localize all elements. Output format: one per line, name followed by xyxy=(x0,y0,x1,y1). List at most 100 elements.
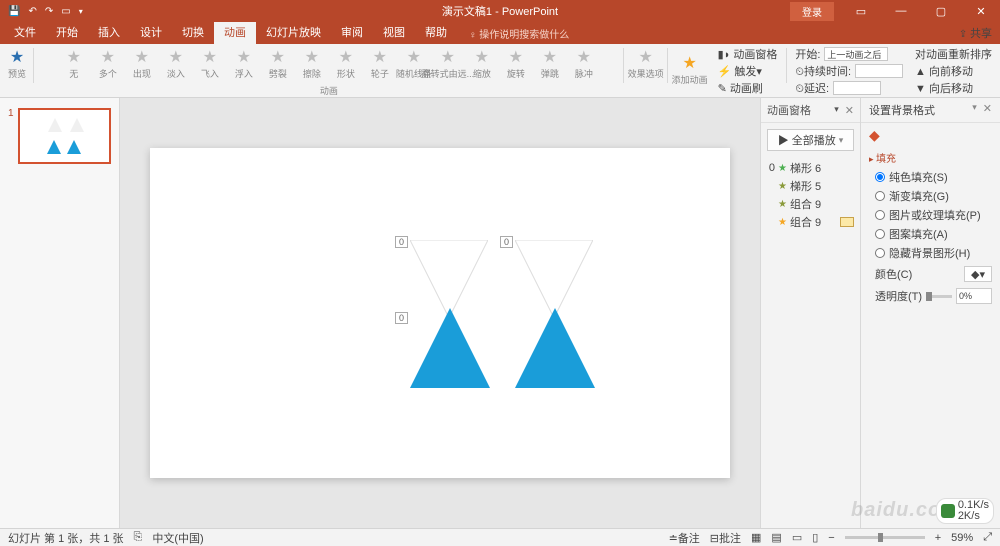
tab-insert[interactable]: 插入 xyxy=(88,22,130,44)
fill-option[interactable]: 图案填充(A) xyxy=(875,226,992,242)
preview-button[interactable]: ★ 预览 xyxy=(4,46,30,84)
zoom-in-button[interactable]: + xyxy=(935,532,941,544)
play-all-button[interactable]: ▶ 全部播放▾ xyxy=(767,129,854,151)
close-pane-button[interactable]: ✕ xyxy=(983,102,992,118)
radio-input[interactable] xyxy=(875,229,885,239)
slide-canvas[interactable]: 0 0 0 xyxy=(150,148,730,478)
zoom-out-button[interactable]: − xyxy=(828,532,834,544)
close-button[interactable]: ✕ xyxy=(962,0,1000,22)
triangle-shape-left[interactable] xyxy=(410,308,490,388)
slide-count[interactable]: 幻灯片 第 1 张，共 1 张 xyxy=(8,530,124,546)
animation-effect-item[interactable]: ★飞入 xyxy=(195,46,225,84)
fill-section-header[interactable]: 填充 xyxy=(861,148,1000,167)
anim-tag[interactable]: 0 xyxy=(395,236,408,248)
tab-help[interactable]: 帮助 xyxy=(415,22,457,44)
animation-list-item[interactable]: ★梯形 5 xyxy=(765,177,856,195)
animation-effect-item[interactable]: ★形状 xyxy=(331,46,361,84)
tab-file[interactable]: 文件 xyxy=(4,22,46,44)
delay-input[interactable] xyxy=(833,81,881,95)
radio-input[interactable] xyxy=(875,172,885,182)
animation-gallery[interactable]: ★无★多个★出现★淡入★飞入★浮入★劈裂★擦除★形状★轮子★随机线条★翻转式由远… xyxy=(59,46,599,84)
notes-button[interactable]: ≐备注 xyxy=(669,530,700,546)
start-select[interactable]: 上一动画之后 xyxy=(824,47,888,61)
tab-design[interactable]: 设计 xyxy=(130,22,172,44)
tab-animations[interactable]: 动画 xyxy=(214,22,256,44)
trigger-button[interactable]: ⚡触发▾ xyxy=(718,63,778,79)
zoom-slider[interactable] xyxy=(845,536,925,539)
start-icon[interactable]: ▭ xyxy=(61,6,70,17)
tell-me-search[interactable]: ♀ 操作说明搜索做什么 xyxy=(469,26,569,41)
tab-transitions[interactable]: 切换 xyxy=(172,22,214,44)
star-icon: ★ xyxy=(778,163,787,174)
animation-effect-item[interactable]: ★无 xyxy=(59,46,89,84)
animation-list-item[interactable]: ★组合 9 xyxy=(765,195,856,213)
animation-effect-item[interactable]: ★翻转式由远... xyxy=(433,46,463,84)
color-picker-button[interactable]: ◆▾ xyxy=(964,266,992,282)
fill-option[interactable]: 图片或纹理填充(P) xyxy=(875,207,992,223)
spell-check-icon[interactable]: ⎘ xyxy=(134,531,143,544)
animation-effect-item[interactable]: ★擦除 xyxy=(297,46,327,84)
fill-option[interactable]: 纯色填充(S) xyxy=(875,169,992,185)
ribbon-options-icon[interactable]: ▭ xyxy=(842,0,880,22)
animation-list-item[interactable]: 0★梯形 6 xyxy=(765,159,856,177)
triangle-shape-right[interactable] xyxy=(515,308,595,388)
tab-review[interactable]: 审阅 xyxy=(331,22,373,44)
radio-input[interactable] xyxy=(875,248,885,258)
animation-effect-item[interactable]: ★出现 xyxy=(127,46,157,84)
fill-tab-icon[interactable]: ◆ xyxy=(861,123,1000,148)
tab-slideshow[interactable]: 幻灯片放映 xyxy=(256,22,331,44)
move-later-button[interactable]: ▼ 向后移动 xyxy=(915,80,992,96)
transparency-input[interactable] xyxy=(956,288,992,304)
tab-home[interactable]: 开始 xyxy=(46,22,88,44)
anim-tag[interactable]: 0 xyxy=(500,236,513,248)
group-label-animation: 动画 xyxy=(320,84,338,96)
redo-icon[interactable]: ↷ xyxy=(45,6,53,17)
animation-effect-item[interactable]: ★旋转 xyxy=(501,46,531,84)
transparency-slider[interactable] xyxy=(926,295,952,298)
slide-editor[interactable]: 0 0 0 xyxy=(120,98,760,528)
login-button[interactable]: 登录 xyxy=(790,2,834,21)
animation-effect-item[interactable]: ★浮入 xyxy=(229,46,259,84)
fit-to-window-button[interactable]: ⤢ xyxy=(983,531,992,544)
fill-option[interactable]: 渐变填充(G) xyxy=(875,188,992,204)
radio-input[interactable] xyxy=(875,210,885,220)
animation-effect-item[interactable]: ★脉冲 xyxy=(569,46,599,84)
normal-view-icon[interactable]: ▦ xyxy=(751,531,761,544)
slideshow-view-icon[interactable]: ▯ xyxy=(812,531,818,544)
window-title: 演示文稿1 - PowerPoint xyxy=(442,3,558,19)
save-icon[interactable]: 💾 xyxy=(8,6,20,17)
slide-thumbnail-1[interactable] xyxy=(18,108,111,164)
close-pane-button[interactable]: ✕ xyxy=(845,104,854,117)
minimize-button[interactable]: — xyxy=(882,0,920,22)
qat-dropdown-icon[interactable]: ▾ xyxy=(79,7,83,16)
fill-option[interactable]: 隐藏背景图形(H) xyxy=(875,245,992,261)
animation-effect-item[interactable]: ★多个 xyxy=(93,46,123,84)
comments-button[interactable]: ⊟批注 xyxy=(710,530,741,546)
animation-effect-item[interactable]: ★轮子 xyxy=(365,46,395,84)
pane-dropdown-icon[interactable]: ▾ xyxy=(972,102,977,118)
radio-input[interactable] xyxy=(875,191,885,201)
animation-painter-button[interactable]: ✎动画刷 xyxy=(718,80,778,96)
tab-view[interactable]: 视图 xyxy=(373,22,415,44)
animation-effect-item[interactable]: ★淡入 xyxy=(161,46,191,84)
pane-dropdown-icon[interactable]: ▾ xyxy=(834,104,839,117)
undo-icon[interactable]: ↶ xyxy=(28,6,36,17)
language-indicator[interactable]: 中文(中国) xyxy=(152,530,203,546)
animation-list-item[interactable]: ★组合 9 xyxy=(765,213,856,231)
sorter-view-icon[interactable]: ▤ xyxy=(771,531,781,544)
slide-thumbnails-panel[interactable]: 1 xyxy=(0,98,120,528)
star-icon: ★ xyxy=(543,50,557,66)
anim-tag[interactable]: 0 xyxy=(395,312,408,324)
duration-input[interactable] xyxy=(855,64,903,78)
maximize-button[interactable]: ▢ xyxy=(922,0,960,22)
add-animation-button[interactable]: ★ 添加动画 xyxy=(672,52,708,90)
share-button[interactable]: ⇪ 共享 xyxy=(959,25,992,41)
animation-effect-item[interactable]: ★劈裂 xyxy=(263,46,293,84)
effect-options-button[interactable]: ★ 效果选项 xyxy=(628,46,664,84)
move-earlier-button[interactable]: ▲ 向前移动 xyxy=(915,63,992,79)
animation-effect-item[interactable]: ★缩放 xyxy=(467,46,497,84)
animation-pane-button[interactable]: ▮◗动画窗格 xyxy=(718,46,778,62)
reading-view-icon[interactable]: ▭ xyxy=(792,531,802,544)
zoom-percent[interactable]: 59% xyxy=(951,532,973,544)
animation-effect-item[interactable]: ★弹跳 xyxy=(535,46,565,84)
